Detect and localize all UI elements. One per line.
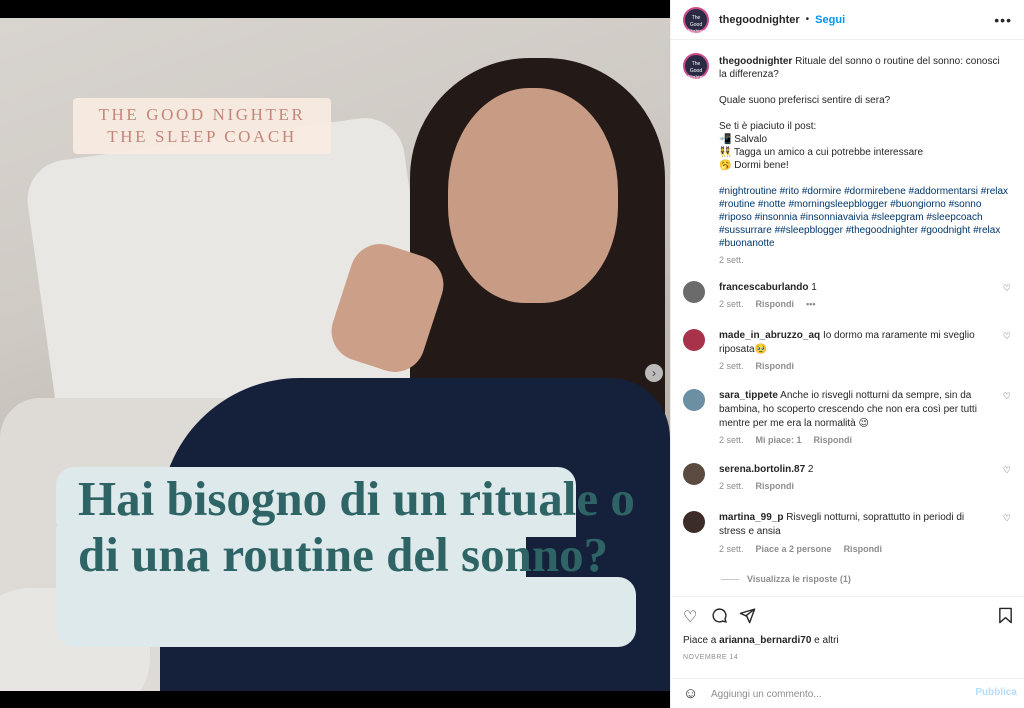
comment-username[interactable]: serena.bortolin.87 — [719, 464, 805, 475]
comment-avatar[interactable] — [683, 389, 705, 411]
add-comment-bar: ☺ Pubblica — [671, 678, 1024, 708]
comment-text: francescaburlando 1 — [719, 281, 981, 295]
post-header: The Good Nighter thegoodnighter • Segui … — [671, 0, 1024, 40]
caption-line: Quale suono preferisci sentire di sera? — [719, 95, 891, 106]
post-date: NOVEMBRE 14 — [683, 654, 739, 661]
like-comment-heart-icon[interactable]: ♡ — [1003, 283, 1011, 294]
comment-avatar[interactable] — [683, 329, 705, 351]
brand-line-2: THE SLEEP COACH — [107, 127, 297, 146]
comment-avatar[interactable] — [683, 463, 705, 485]
likes-summary[interactable]: Piace a arianna_bernardi70 e altri — [683, 635, 839, 646]
comment-meta: 2 sett. Piace a 2 persone Rispondi — [719, 544, 882, 554]
reply-button[interactable]: Rispondi — [756, 299, 795, 309]
instagram-post-view: THE GOOD NIGHTER THE SLEEP COACH Hai bis… — [0, 0, 1024, 708]
likes-suffix: e altri — [811, 635, 839, 646]
headline-bg — [56, 577, 636, 647]
more-options-icon[interactable]: ••• — [994, 12, 1012, 28]
comment-avatar[interactable] — [683, 281, 705, 303]
action-bar: ♡ Piace a arianna_bernardi70 e altri NOV… — [671, 596, 1024, 678]
caption: thegoodnighter Rituale del sonno o routi… — [719, 55, 1009, 267]
caption-avatar[interactable]: The Good Nighter — [683, 53, 709, 81]
comment-text: martina_99_p Risvegli notturni, soprattu… — [719, 511, 981, 539]
comment-time: 2 sett. — [719, 481, 744, 491]
reply-button[interactable]: Rispondi — [756, 481, 795, 491]
avatar-text: The Good Nighter — [687, 14, 705, 35]
caption-time: 2 sett. — [719, 255, 744, 265]
comment-username[interactable]: made_in_abruzzo_aq — [719, 330, 820, 341]
comment-meta: 2 sett. Mi piace: 1 Rispondi — [719, 435, 852, 445]
likes-username[interactable]: arianna_bernardi70 — [719, 635, 811, 646]
comment-username[interactable]: martina_99_p — [719, 512, 783, 523]
caption-username[interactable]: thegoodnighter — [719, 56, 792, 67]
like-comment-heart-icon[interactable]: ♡ — [1003, 391, 1011, 402]
post-sidebar: The Good Nighter thegoodnighter • Segui … — [670, 0, 1024, 708]
comment-time: 2 sett. — [719, 299, 744, 309]
comment-meta: 2 sett. Rispondi — [719, 481, 794, 491]
post-image[interactable]: THE GOOD NIGHTER THE SLEEP COACH Hai bis… — [0, 18, 670, 691]
comment-text: made_in_abruzzo_aq Io dormo ma raramente… — [719, 329, 981, 357]
comment-time: 2 sett. — [719, 544, 744, 554]
caption-line: 📲 Salvalo — [719, 134, 768, 145]
comment-meta: 2 sett. Rispondi ••• — [719, 299, 815, 309]
brand-line-1: THE GOOD NIGHTER — [98, 105, 306, 124]
caption-hashtags[interactable]: #nightroutine #rito #dormire #dormireben… — [719, 185, 1009, 250]
like-comment-heart-icon[interactable]: ♡ — [1003, 465, 1011, 476]
likes-prefix: Piace a — [683, 635, 720, 646]
like-comment-heart-icon[interactable]: ♡ — [1003, 331, 1011, 342]
comment-time: 2 sett. — [719, 361, 744, 371]
comment-body: 2 — [807, 464, 814, 475]
follow-button[interactable]: Segui — [815, 14, 845, 26]
like-comment-heart-icon[interactable]: ♡ — [1003, 513, 1011, 524]
headline-text: Hai bisogno di un rituale o di una routi… — [78, 471, 635, 582]
view-replies-button[interactable]: Visualizza le risposte (1) — [721, 574, 851, 584]
brand-label: THE GOOD NIGHTER THE SLEEP COACH — [73, 98, 331, 154]
headline-box: Hai bisogno di un rituale o di una routi… — [56, 467, 636, 647]
comment-input[interactable] — [711, 685, 951, 703]
post-comment-button[interactable]: Pubblica — [975, 687, 1017, 698]
comment-likes[interactable]: Mi piace: 1 — [756, 435, 802, 445]
reply-button[interactable]: Rispondi — [756, 361, 795, 371]
carousel-next-button[interactable]: › — [645, 364, 663, 382]
avatar[interactable]: The Good Nighter — [683, 6, 709, 35]
comment-username[interactable]: sara_tippete — [719, 390, 778, 401]
like-heart-icon[interactable]: ♡ — [683, 607, 697, 627]
view-replies-label: Visualizza le risposte (1) — [747, 574, 851, 584]
comment-more-icon[interactable]: ••• — [806, 299, 815, 309]
comment-username[interactable]: francescaburlando — [719, 282, 808, 293]
reply-button[interactable]: Rispondi — [844, 544, 883, 554]
caption-line: 👯 Tagga un amico a cui potrebbe interess… — [719, 147, 924, 158]
caption-line: 🥱 Dormi bene! — [719, 160, 789, 171]
comment-text: sara_tippete Anche io risvegli notturni … — [719, 389, 981, 431]
separator: • — [805, 14, 810, 25]
comment-likes[interactable]: Piace a 2 persone — [756, 544, 832, 554]
comment-time: 2 sett. — [719, 435, 744, 445]
comment-body: 1 — [811, 282, 817, 293]
save-bookmark-icon[interactable] — [998, 607, 1013, 629]
comment-text: serena.bortolin.87 2 — [719, 463, 981, 477]
comment-avatar[interactable] — [683, 511, 705, 533]
divider — [721, 578, 739, 580]
comments-area[interactable]: The Good Nighter thegoodnighter Rituale … — [671, 41, 1024, 596]
emoji-icon[interactable]: ☺ — [683, 685, 698, 702]
comment-bubble-icon[interactable] — [711, 607, 728, 629]
header-username[interactable]: thegoodnighter — [719, 14, 800, 26]
share-send-icon[interactable] — [739, 607, 756, 629]
reply-button[interactable]: Rispondi — [814, 435, 853, 445]
face-shape — [448, 88, 618, 303]
comment-meta: 2 sett. Rispondi — [719, 361, 794, 371]
avatar-text: The Good Nighter — [687, 61, 705, 81]
caption-line: Se ti è piaciuto il post: — [719, 121, 817, 132]
